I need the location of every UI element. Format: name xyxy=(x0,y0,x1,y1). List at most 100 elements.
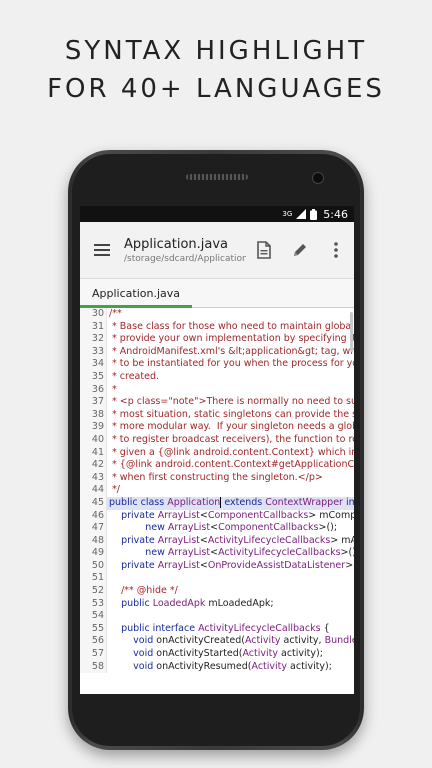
editor-scrollbar[interactable] xyxy=(350,312,353,352)
code-line[interactable]: 55 public interface ActivityLifecycleCal… xyxy=(80,622,354,636)
code-token: ArrayList xyxy=(167,522,211,534)
code-line[interactable]: 41 * given a {@link android.content.Cont… xyxy=(80,446,354,460)
line-code: void onActivityStarted(Activity activity… xyxy=(107,648,354,661)
code-token: > mAssistCallbacks = null; xyxy=(345,559,354,571)
code-token: ArrayList xyxy=(157,509,200,521)
file-tabs: Application.java xyxy=(80,279,354,308)
code-line[interactable]: 44 */ xyxy=(80,484,354,497)
line-number: 35 xyxy=(80,370,107,384)
code-token: < xyxy=(210,522,219,534)
code-token: LoadedApk xyxy=(152,597,206,609)
file-title: Application.java xyxy=(124,236,229,252)
edit-button[interactable] xyxy=(282,222,318,278)
phone-frame: 3G 5:46 Application.java /storage/sdcard… xyxy=(68,150,364,750)
code-line[interactable]: 37 * <p class="note">There is normally n… xyxy=(80,396,354,409)
code-line[interactable]: 43 * when first constructing the singlet… xyxy=(80,471,354,485)
line-code: public LoadedApk mLoadedApk; xyxy=(107,598,354,611)
code-token: < xyxy=(199,509,208,521)
code-line[interactable]: 40 * to register broadcast receivers), t… xyxy=(80,433,354,447)
code-line[interactable]: 53 public LoadedApk mLoadedApk; xyxy=(80,597,354,611)
line-number: 45 xyxy=(80,496,107,510)
code-line[interactable]: 52 /** @hide */ xyxy=(80,585,354,598)
document-icon xyxy=(257,241,271,259)
code-line[interactable]: 39 * more modular way. If your singleton… xyxy=(80,421,354,434)
overflow-menu-button[interactable] xyxy=(318,222,354,278)
code-line[interactable]: 46 private ArrayList<ComponentCallbacks>… xyxy=(80,509,354,523)
code-line[interactable]: 45 public class Application extends Conte… xyxy=(80,496,354,510)
code-token: * provide your own implementation by spe… xyxy=(112,333,354,345)
line-number: 49 xyxy=(80,547,107,560)
hamburger-menu-icon xyxy=(94,244,110,256)
code-line[interactable]: 47 new ArrayList<ComponentCallbacks>(); xyxy=(80,522,354,535)
battery-icon xyxy=(310,208,318,220)
status-bar: 3G 5:46 xyxy=(80,206,354,222)
code-token: private xyxy=(109,509,158,521)
document-button[interactable] xyxy=(246,222,282,278)
code-token: activity, xyxy=(280,635,325,647)
code-editor[interactable]: 30/** 31 * Base class for those who need … xyxy=(80,308,354,694)
code-token: >(); xyxy=(318,522,338,534)
code-line[interactable]: 32 * provide your own implementation by … xyxy=(80,333,354,346)
headline-line-1: SYNTAX HIGHLIGHT xyxy=(64,36,368,66)
line-number: 57 xyxy=(80,648,107,661)
code-token: ArrayList xyxy=(157,559,200,571)
code-token: * given a {@link android.content.Context… xyxy=(112,446,354,458)
code-line[interactable]: 36 * xyxy=(80,383,354,397)
line-code: * most situation, static singletons can … xyxy=(107,409,354,422)
code-token: private xyxy=(109,534,158,546)
line-number: 30 xyxy=(80,308,107,321)
line-code: */ xyxy=(107,484,354,497)
line-number: 55 xyxy=(80,622,107,636)
app-toolbar: Application.java /storage/sdcard/Applica… xyxy=(80,222,354,279)
code-token: void xyxy=(109,648,157,660)
code-line[interactable]: 50 private ArrayList<OnProvideAssistData… xyxy=(80,559,354,573)
code-token: ActivityLifecycleCallbacks xyxy=(198,622,321,634)
line-number: 47 xyxy=(80,522,107,535)
code-line[interactable]: 54 xyxy=(80,610,354,623)
code-line[interactable]: 35 * created. xyxy=(80,370,354,384)
code-token: * <p class="note">There is normally no n… xyxy=(112,396,354,408)
code-line[interactable]: 30/** xyxy=(80,308,354,321)
line-code: private ArrayList<ComponentCallbacks> mC… xyxy=(107,510,354,523)
code-token: { xyxy=(320,622,330,634)
line-code: * {@link android.content.Context#getAppl… xyxy=(107,459,354,472)
code-token: < xyxy=(210,547,219,559)
code-token: * to be instantiated for you when the pr… xyxy=(112,358,354,370)
code-line[interactable]: 49 new ArrayList<ActivityLifecycleCallba… xyxy=(80,547,354,560)
code-token: >(); xyxy=(340,547,354,559)
line-code: * Base class for those who need to maint… xyxy=(107,321,354,334)
code-token: ContextWrapper xyxy=(265,496,343,508)
line-code: void onActivityResumed(Activity activity… xyxy=(107,661,354,674)
signal-icon xyxy=(296,209,307,219)
code-token: public interface xyxy=(109,622,199,634)
menu-button[interactable] xyxy=(80,222,124,278)
line-code: public interface ActivityLifecycleCallba… xyxy=(107,623,354,636)
code-line[interactable]: 57 void onActivityStarted(Activity activ… xyxy=(80,648,354,661)
tab-application-java[interactable]: Application.java xyxy=(80,279,192,307)
status-time: 5:46 xyxy=(323,207,348,221)
code-line[interactable]: 33 * AndroidManifest.xml's &lt;applicati… xyxy=(80,345,354,359)
line-number: 43 xyxy=(80,471,107,485)
line-code: * more modular way. If your singleton ne… xyxy=(107,421,354,434)
code-line[interactable]: 56 void onActivityCreated(Activity activ… xyxy=(80,635,354,649)
line-code: private ArrayList<ActivityLifecycleCallb… xyxy=(107,535,354,548)
code-token: public class xyxy=(109,496,168,508)
speaker-grille xyxy=(186,174,248,180)
code-line[interactable]: 34 * to be instantiated for you when the… xyxy=(80,358,354,371)
code-token: ActivityLifecycleCallbacks xyxy=(218,547,341,559)
code-line[interactable]: 58 void onActivityResumed(Activity activ… xyxy=(80,660,354,674)
code-token: Activity xyxy=(242,648,278,660)
code-token: */ xyxy=(109,484,120,496)
code-token: > mComponentCallbacks = xyxy=(308,509,354,521)
code-line[interactable]: 42 * {@link android.content.Context#getA… xyxy=(80,459,354,472)
code-line[interactable]: 48 private ArrayList<ActivityLifecycleCa… xyxy=(80,534,354,548)
code-token: Activity xyxy=(251,660,288,672)
line-number: 36 xyxy=(80,383,107,397)
code-line[interactable]: 51 xyxy=(80,572,354,586)
code-line[interactable]: 31 * Base class for those who need to ma… xyxy=(80,320,354,334)
line-code: * xyxy=(107,384,354,397)
line-number: 32 xyxy=(80,333,107,346)
code-line[interactable]: 38 * most situation, static singletons c… xyxy=(80,408,354,422)
line-code: * given a {@link android.content.Context… xyxy=(107,447,354,460)
